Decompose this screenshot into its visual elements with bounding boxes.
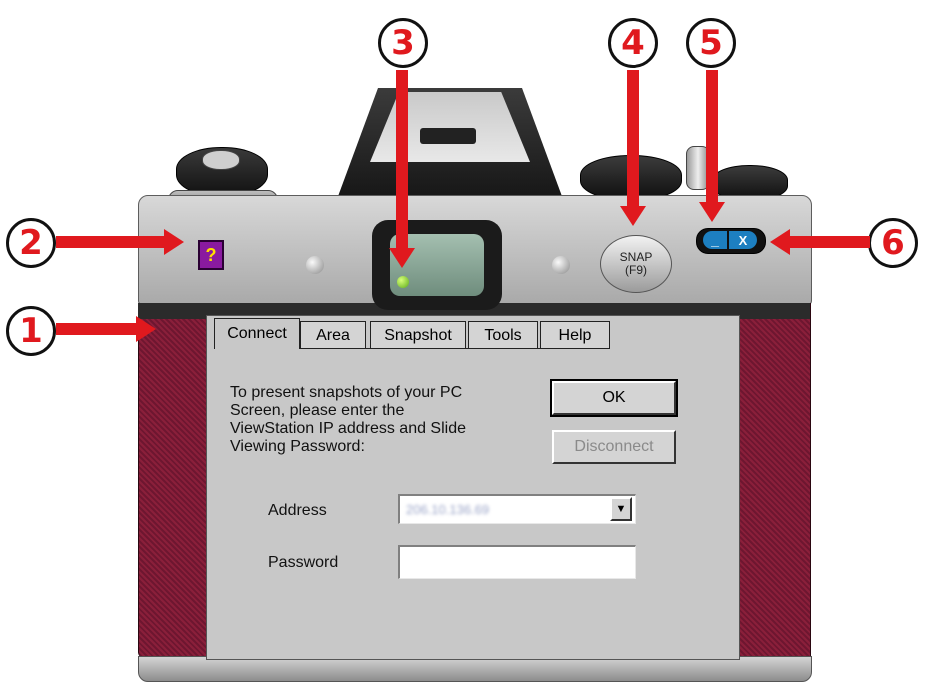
leather-right: [738, 303, 811, 658]
tab-snapshot-label: Snapshot: [384, 326, 452, 344]
callout-1: 1: [6, 306, 56, 356]
chevron-down-icon: ▼: [615, 503, 627, 515]
help-icon: ?: [205, 244, 217, 265]
address-value: 206.10.136.69: [406, 502, 490, 517]
tab-help[interactable]: Help: [540, 321, 610, 349]
address-label: Address: [268, 502, 327, 519]
arrow-2-head: [164, 229, 184, 255]
minimize-icon: _: [711, 232, 719, 248]
arrow-4-head: [620, 206, 646, 226]
close-icon: X: [738, 232, 748, 248]
callout-5: 5: [686, 18, 736, 68]
leather-left: [138, 303, 207, 658]
snap-button[interactable]: SNAP (F9): [600, 235, 672, 293]
tab-strip: Connect Area Snapshot Tools Help: [206, 318, 738, 352]
ok-button[interactable]: OK: [550, 379, 678, 417]
password-label: Password: [268, 554, 339, 571]
rewind-dial-knob: [202, 150, 240, 170]
connect-description: To present snapshots of your PC Screen, …: [230, 384, 467, 455]
address-select[interactable]: 206.10.136.69: [398, 494, 636, 524]
screw-right: [552, 256, 570, 274]
arrow-3-head: [389, 248, 415, 268]
disconnect-button[interactable]: Disconnect: [552, 430, 676, 464]
callout-6: 6: [868, 218, 918, 268]
disconnect-label: Disconnect: [574, 438, 654, 455]
arrow-2-shaft: [56, 236, 164, 248]
tab-help-label: Help: [558, 326, 592, 344]
tab-connect-label: Connect: [227, 325, 287, 342]
hot-shoe: [420, 128, 476, 144]
tab-area[interactable]: Area: [300, 321, 366, 349]
arrow-4-shaft: [627, 70, 639, 208]
arrow-1-head: [136, 316, 156, 342]
arrow-5-head: [699, 202, 725, 222]
callout-2: 2: [6, 218, 56, 268]
callout-4: 4: [608, 18, 658, 68]
tab-connect[interactable]: Connect: [214, 318, 300, 349]
arrow-1-shaft: [56, 323, 136, 335]
password-field[interactable]: [398, 545, 636, 579]
snap-key: (F9): [625, 263, 647, 277]
arrow-6-head: [770, 229, 790, 255]
tab-area-label: Area: [316, 326, 350, 344]
tab-baseline: [300, 348, 610, 349]
address-dropdown-button[interactable]: ▼: [610, 497, 632, 521]
help-button[interactable]: ?: [198, 240, 224, 270]
tab-snapshot[interactable]: Snapshot: [370, 321, 466, 349]
close-button[interactable]: X: [729, 231, 757, 249]
status-light: [397, 276, 409, 288]
arrow-3-shaft: [396, 70, 408, 250]
arrow-6-shaft: [790, 236, 870, 248]
callout-3: 3: [378, 18, 428, 68]
arrow-5-shaft: [706, 70, 718, 204]
tab-tools[interactable]: Tools: [468, 321, 538, 349]
minimize-button[interactable]: _: [703, 231, 727, 249]
ok-label: OK: [602, 389, 626, 406]
tab-tools-label: Tools: [484, 326, 522, 344]
screw-left: [306, 256, 324, 274]
main-panel: [206, 315, 740, 660]
